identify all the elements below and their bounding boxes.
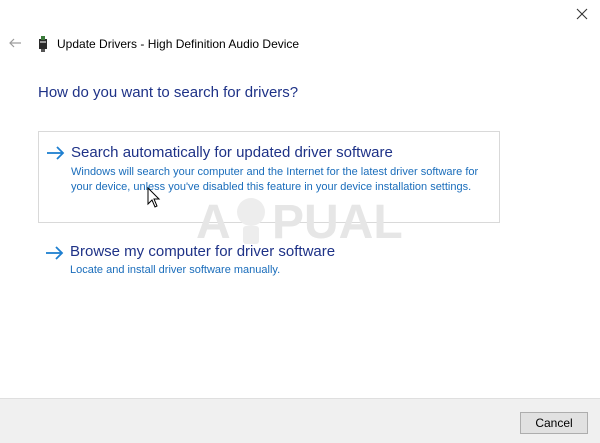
right-arrow-icon (46, 145, 66, 161)
right-arrow-icon (45, 245, 65, 261)
dialog-footer (0, 398, 600, 443)
update-drivers-dialog: Update Drivers - High Definition Audio D… (0, 0, 600, 443)
search-automatically-description: Windows will search your computer and th… (71, 166, 479, 193)
close-icon[interactable] (574, 6, 590, 22)
search-automatically-option[interactable]: Search automatically for updated driver … (38, 131, 500, 223)
browse-computer-option[interactable]: Browse my computer for driver software L… (38, 236, 500, 284)
cancel-button[interactable]: Cancel (520, 412, 588, 434)
browse-computer-description: Locate and install driver software manua… (70, 264, 281, 276)
window-title: Update Drivers - High Definition Audio D… (57, 37, 300, 51)
search-automatically-title[interactable]: Search automatically for updated driver … (71, 144, 393, 161)
browse-computer-title[interactable]: Browse my computer for driver software (70, 243, 335, 260)
back-arrow-icon[interactable] (8, 36, 22, 50)
page-heading: How do you want to search for drivers? (38, 84, 299, 101)
audio-device-icon (38, 36, 48, 52)
